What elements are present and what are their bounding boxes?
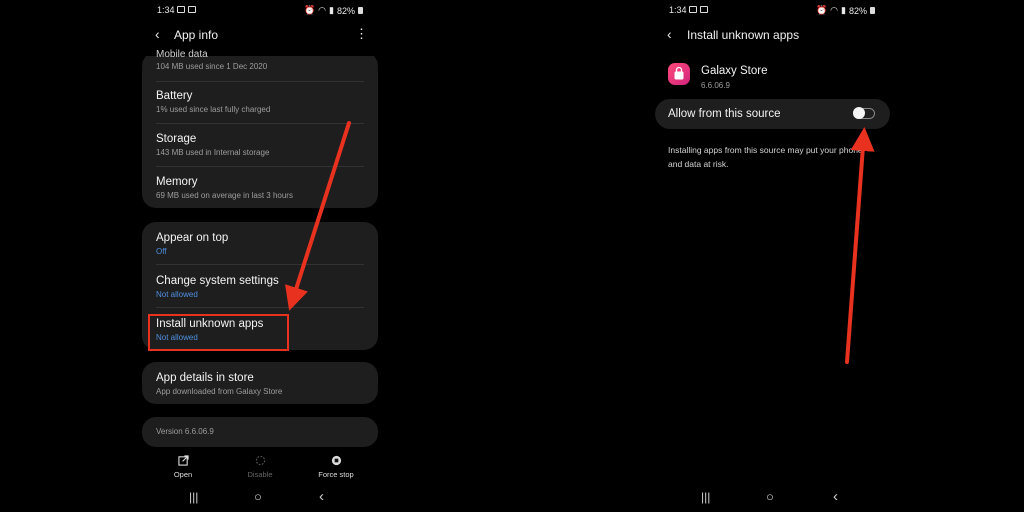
arrow-to-toggle	[845, 127, 875, 364]
arrow-to-install-unknown-apps	[285, 121, 351, 311]
annotation-arrows	[285, 121, 875, 364]
